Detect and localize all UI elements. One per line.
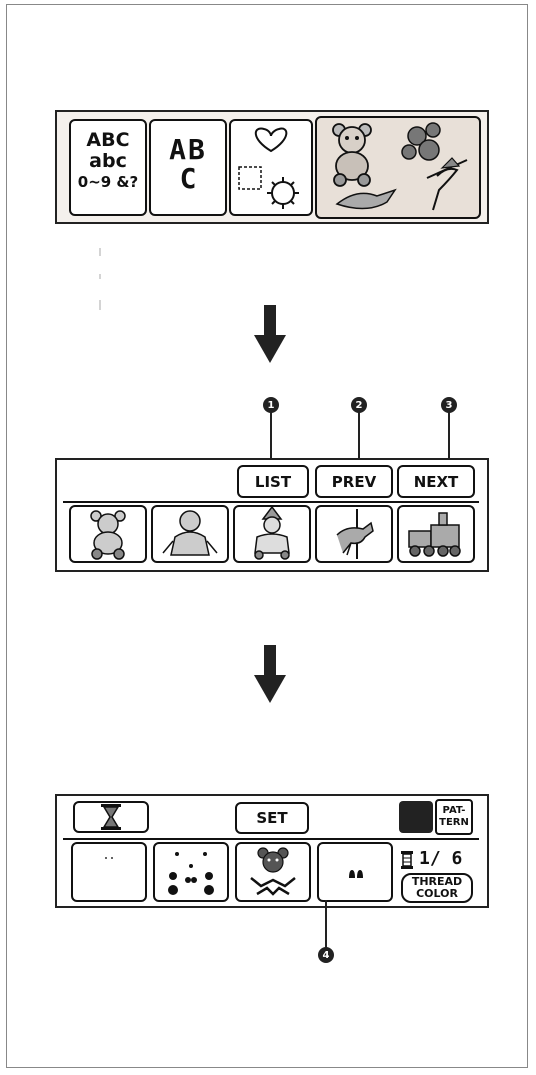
divider-line-2 — [63, 838, 479, 840]
edit-panel: SET PAT- TERN 1/ 6 THREAD COLOR — [55, 794, 489, 908]
mode-indicator — [399, 801, 433, 833]
faint-marks — [99, 248, 101, 310]
color-counter: 1/ 6 — [419, 848, 463, 869]
callout-1-line — [270, 412, 272, 461]
callout-3: 3 — [441, 397, 457, 413]
stitch-dots-icon — [105, 857, 113, 859]
thread-color-label-2: COLOR — [416, 887, 458, 900]
charset-line-2: abc — [89, 150, 127, 172]
thread-color-button[interactable]: THREAD COLOR — [401, 873, 473, 903]
paw-dots-icon — [349, 870, 363, 878]
fancy-font-line-2: C — [179, 162, 197, 195]
down-arrow-1-icon — [254, 305, 286, 363]
fancy-font-line-1: AB — [169, 133, 207, 166]
bear-head-icon — [250, 847, 296, 896]
bear-parts-icon — [168, 852, 214, 895]
shapes-icon — [238, 127, 299, 209]
pattern-clown[interactable] — [233, 505, 311, 563]
callout-1: 1 — [263, 397, 279, 413]
patterns-icon — [332, 122, 468, 211]
next-button[interactable]: NEXT — [397, 465, 475, 498]
divider-line — [63, 501, 479, 503]
frame-shapes-button[interactable] — [229, 119, 313, 216]
pattern-train[interactable] — [397, 505, 475, 563]
set-button[interactable]: SET — [235, 802, 309, 834]
callout-2: 2 — [351, 397, 367, 413]
prev-button[interactable]: PREV — [315, 465, 393, 498]
stitch-preview-2[interactable] — [153, 842, 229, 902]
doll-icon — [162, 510, 218, 556]
pattern-doll[interactable] — [151, 505, 229, 563]
category-panel: ABC abc 0~9 &? AB C — [55, 110, 489, 224]
clown-icon — [254, 507, 290, 560]
charset-line-3: 0~9 &? — [77, 173, 139, 191]
pattern-carousel-horse[interactable] — [315, 505, 393, 563]
charset-button[interactable]: ABC abc 0~9 &? — [69, 119, 147, 216]
pattern-button[interactable]: PAT- TERN — [435, 799, 473, 835]
charset-line-1: ABC — [86, 129, 130, 151]
callout-2-line — [358, 412, 360, 461]
callout-4-line — [325, 900, 327, 950]
callout-4: 4 — [318, 947, 334, 963]
list-button[interactable]: LIST — [237, 465, 309, 498]
stitch-preview-4[interactable] — [317, 842, 393, 902]
hourglass-icon — [101, 804, 121, 830]
callout-3-line — [448, 412, 450, 461]
stitch-preview-1[interactable] — [71, 842, 147, 902]
teddy-bear-icon — [90, 510, 126, 560]
train-icon — [408, 512, 461, 557]
pattern-panel: LIST PREV NEXT — [55, 458, 489, 572]
pattern-teddy-bear[interactable] — [69, 505, 147, 563]
down-arrow-2-icon — [254, 645, 286, 703]
fancy-font-button[interactable]: AB C — [149, 119, 227, 216]
embroidery-patterns-button[interactable] — [315, 116, 481, 219]
pattern-label-2: TERN — [439, 817, 469, 828]
carousel-horse-icon — [336, 509, 374, 559]
stitch-preview-3[interactable] — [235, 842, 311, 902]
spool-icon — [401, 851, 413, 869]
pattern-label-1: PAT- — [442, 805, 466, 816]
hourglass-button[interactable] — [73, 801, 149, 833]
